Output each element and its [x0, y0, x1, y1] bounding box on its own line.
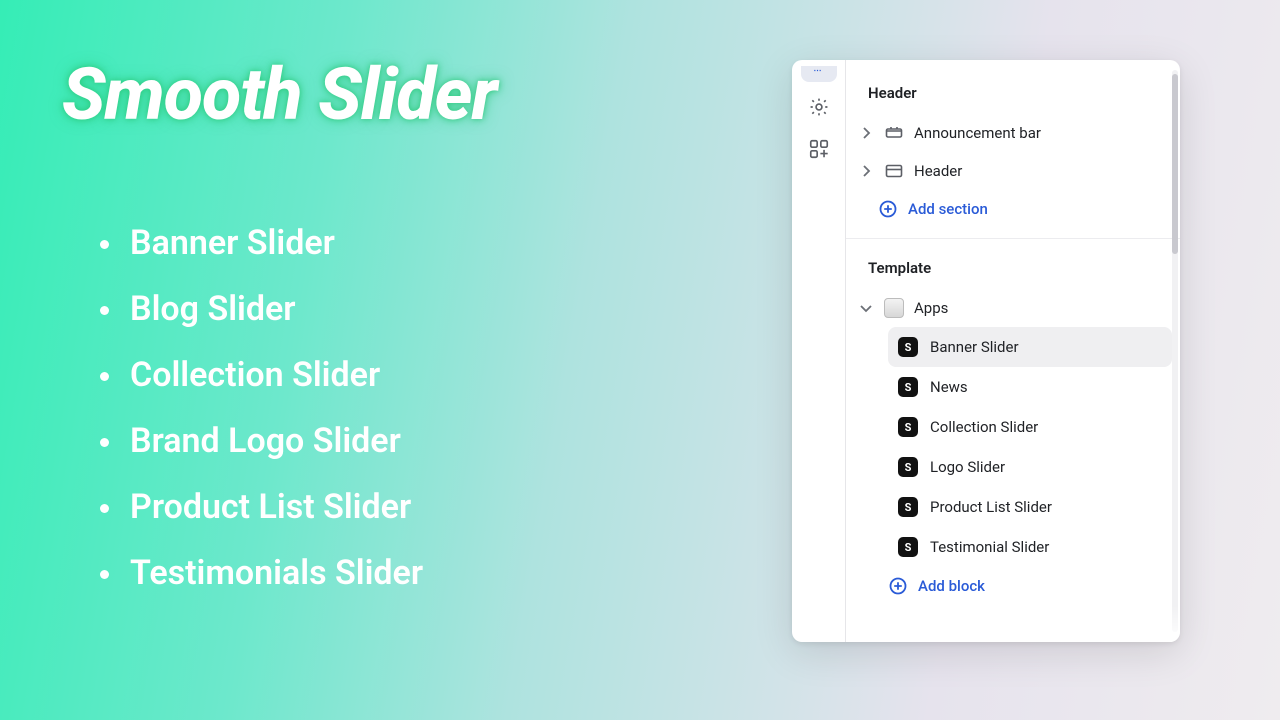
block-row-label: News — [930, 378, 968, 396]
hero-title: Smooth Slider — [62, 52, 497, 137]
feature-item: Testimonials Slider — [100, 556, 423, 590]
feature-item: Collection Slider — [100, 358, 423, 392]
hero-feature-list: Banner Slider Blog Slider Collection Sli… — [100, 226, 423, 622]
section-row-header[interactable]: Header — [854, 152, 1172, 190]
chevron-down-icon — [858, 300, 874, 316]
section-row-apps[interactable]: Apps — [854, 289, 1172, 327]
block-row-banner-slider[interactable]: S Banner Slider — [888, 327, 1172, 367]
app-block-badge-icon: S — [898, 537, 918, 557]
header-section-icon — [884, 161, 904, 181]
gear-icon[interactable] — [808, 96, 830, 118]
group-divider — [846, 238, 1180, 239]
block-row-label: Collection Slider — [930, 418, 1038, 436]
add-block-label: Add block — [918, 577, 985, 595]
block-row-product-list-slider[interactable]: S Product List Slider — [888, 487, 1172, 527]
apps-grid-icon[interactable] — [808, 138, 830, 160]
feature-item: Product List Slider — [100, 490, 423, 524]
apps-block-list: S Banner Slider S News S Collection Slid… — [854, 327, 1172, 605]
add-section-button[interactable]: Add section — [854, 190, 1172, 228]
panel-bottom-fade — [846, 606, 1180, 642]
add-block-button[interactable]: Add block — [888, 567, 1172, 605]
apps-section-icon — [884, 298, 904, 318]
section-row-label: Announcement bar — [914, 124, 1041, 142]
app-block-badge-icon: S — [898, 457, 918, 477]
block-row-label: Logo Slider — [930, 458, 1005, 476]
app-block-badge-icon: S — [898, 337, 918, 357]
app-block-badge-icon: S — [898, 497, 918, 517]
app-block-badge-icon: S — [898, 377, 918, 397]
block-row-label: Product List Slider — [930, 498, 1052, 516]
block-row-label: Testimonial Slider — [930, 538, 1049, 556]
group-title-template: Template — [854, 249, 1172, 289]
plus-circle-icon — [878, 199, 898, 219]
section-row-label: Header — [914, 162, 962, 180]
feature-item: Brand Logo Slider — [100, 424, 423, 458]
panel-scrollbar[interactable] — [1172, 70, 1178, 632]
chevron-right-icon — [858, 163, 874, 179]
feature-item: Banner Slider — [100, 226, 423, 260]
panel-left-rail: ⋯ — [792, 60, 846, 642]
block-row-testimonial-slider[interactable]: S Testimonial Slider — [888, 527, 1172, 567]
app-block-badge-icon: S — [898, 417, 918, 437]
chevron-right-icon — [858, 125, 874, 141]
block-row-collection-slider[interactable]: S Collection Slider — [888, 407, 1172, 447]
group-title-header: Header — [854, 74, 1172, 114]
announcement-bar-icon — [884, 123, 904, 143]
block-row-logo-slider[interactable]: S Logo Slider — [888, 447, 1172, 487]
block-row-label: Banner Slider — [930, 338, 1019, 356]
feature-item: Blog Slider — [100, 292, 423, 326]
block-row-news[interactable]: S News — [888, 367, 1172, 407]
add-section-label: Add section — [908, 200, 988, 218]
rail-active-tab-pill[interactable]: ⋯ — [801, 66, 837, 82]
theme-editor-outline-panel: ⋯ Header — [792, 60, 1180, 642]
section-row-label: Apps — [914, 299, 948, 317]
panel-outline: Header Announcement bar — [846, 60, 1180, 642]
promo-stage: Smooth Slider Banner Slider Blog Slider … — [0, 0, 1280, 720]
plus-circle-icon — [888, 576, 908, 596]
section-row-announcement-bar[interactable]: Announcement bar — [854, 114, 1172, 152]
